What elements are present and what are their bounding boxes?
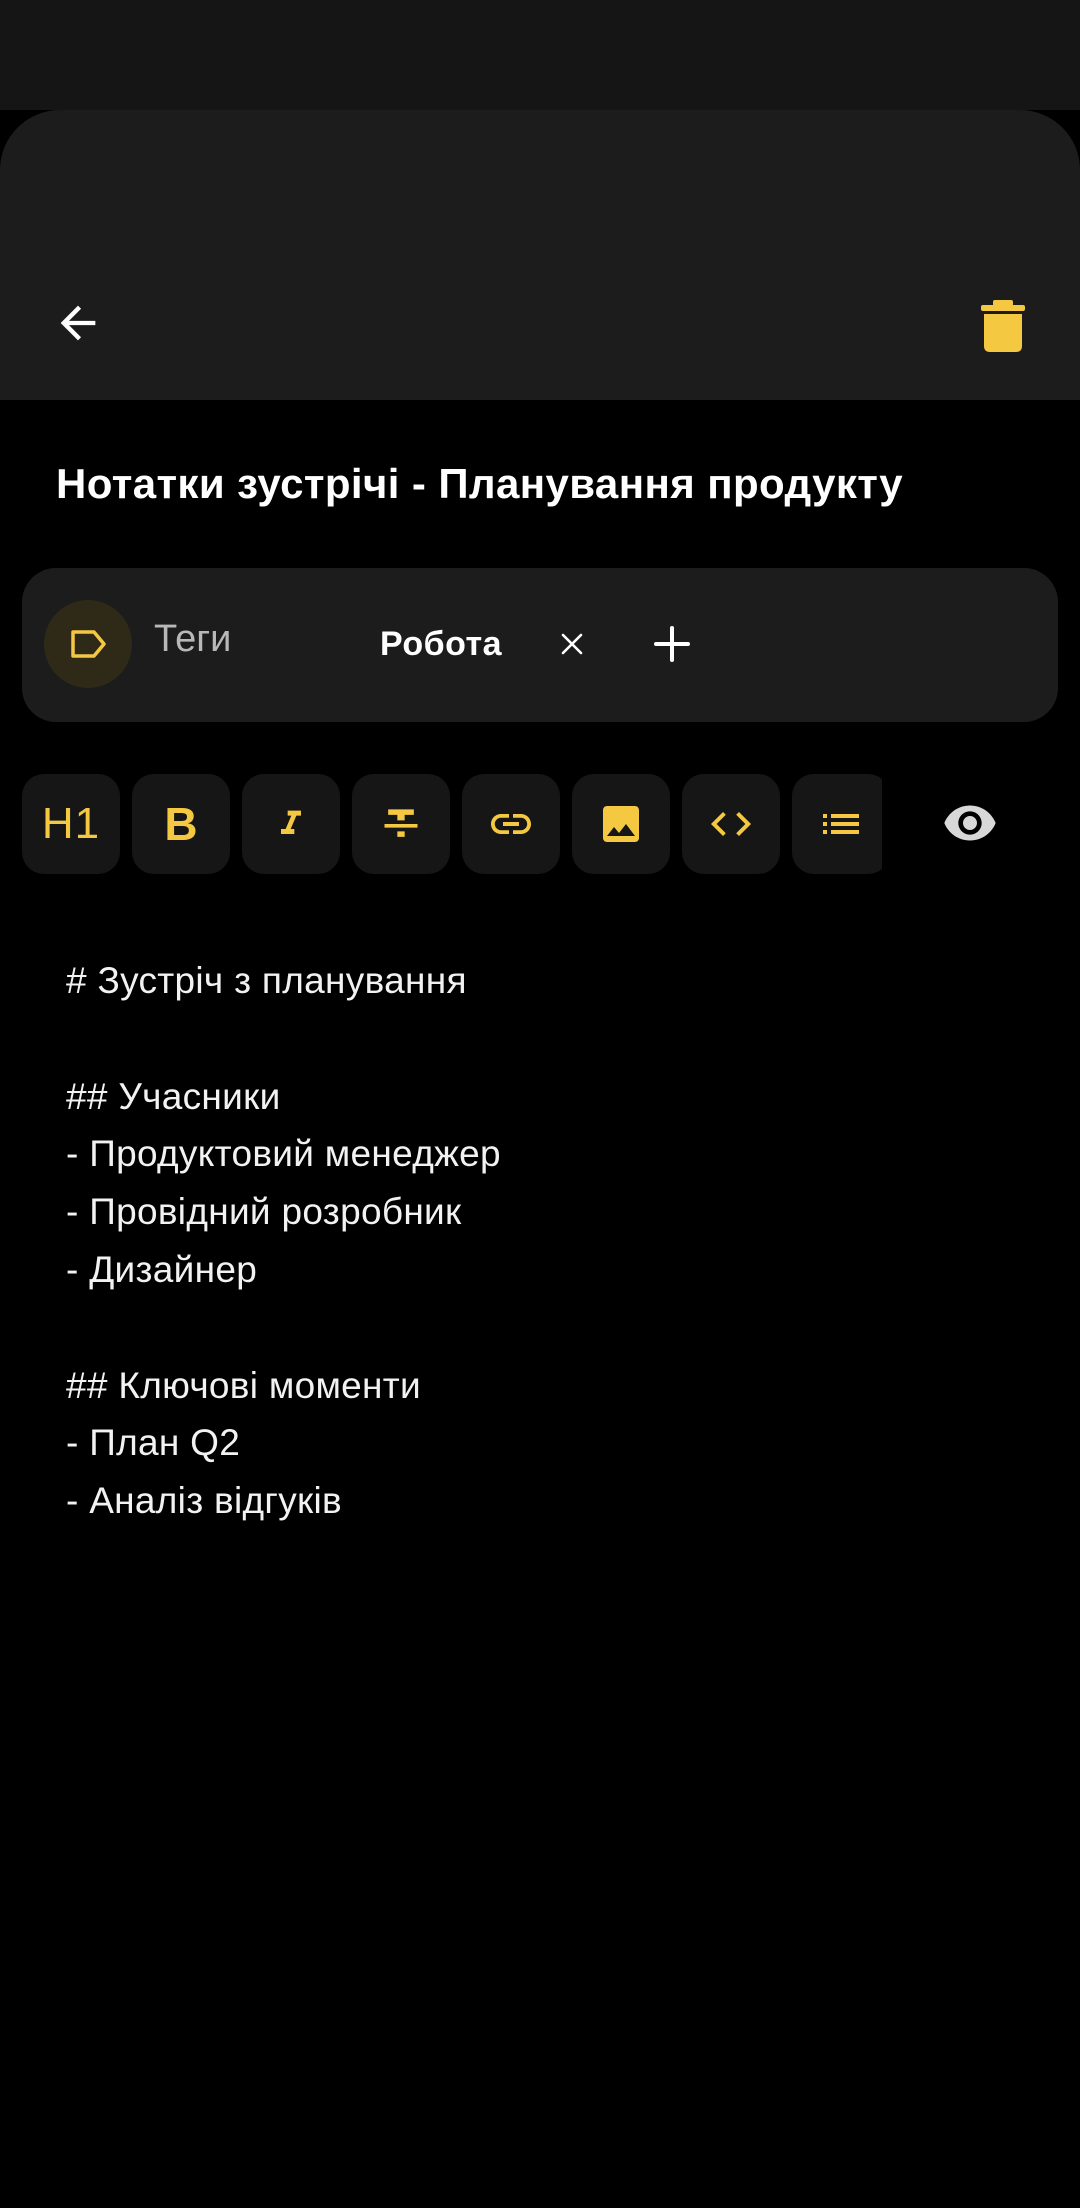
link-button[interactable] xyxy=(462,774,560,874)
editor-line: - Провідний розробник xyxy=(66,1191,462,1233)
editor-line: - План Q2 xyxy=(66,1422,241,1464)
link-icon xyxy=(491,814,531,834)
heading-icon: H1 xyxy=(41,799,101,848)
editor-line: ## Учасники xyxy=(66,1075,281,1117)
editor-line: - Дизайнер xyxy=(66,1248,258,1290)
image-button[interactable] xyxy=(572,774,670,874)
italic-button[interactable] xyxy=(242,774,340,874)
editor-line: - Продуктовий менеджер xyxy=(66,1133,501,1175)
eye-icon xyxy=(944,805,996,841)
code-icon xyxy=(711,812,751,836)
tag-remove-button[interactable] xyxy=(536,608,608,680)
note-title[interactable]: Нотатки зустрічі - Планування продукту xyxy=(56,460,903,508)
strikethrough-icon xyxy=(384,809,418,837)
list-button[interactable] xyxy=(792,774,882,874)
tag-chip[interactable]: Робота xyxy=(380,608,583,680)
plus-icon xyxy=(654,626,690,662)
strikethrough-button[interactable] xyxy=(352,774,450,874)
editor-line: ## Ключові моменти xyxy=(66,1364,422,1406)
app-bar xyxy=(0,110,1080,400)
tags-bar: Теги Робота xyxy=(22,568,1058,722)
arrow-back-icon xyxy=(60,305,96,341)
image-icon xyxy=(603,806,639,842)
back-button[interactable] xyxy=(40,285,116,361)
editor-line: # Зустріч з планування xyxy=(66,960,467,1001)
bold-icon: B xyxy=(164,798,198,850)
label-icon xyxy=(71,630,106,658)
editor-line: - Аналіз відгуків xyxy=(66,1480,342,1522)
note-editor[interactable]: # Зустріч з планування ## Учасники - Про… xyxy=(66,952,1026,1530)
status-bar-background xyxy=(0,0,1080,110)
italic-icon xyxy=(281,810,301,834)
add-tag-button[interactable] xyxy=(634,606,710,682)
delete-icon xyxy=(981,300,1025,352)
preview-button[interactable] xyxy=(928,780,1012,866)
tags-label: Теги xyxy=(154,618,232,660)
bold-button[interactable]: B xyxy=(132,774,230,874)
code-button[interactable] xyxy=(682,774,780,874)
delete-button[interactable] xyxy=(962,285,1044,367)
heading-button[interactable]: H1 xyxy=(22,774,120,874)
tag-icon-button[interactable] xyxy=(44,600,132,688)
tag-chip-label: Робота xyxy=(380,624,503,663)
list-icon xyxy=(823,814,859,834)
formatting-toolbar: H1 B xyxy=(22,774,882,874)
close-icon xyxy=(561,633,583,655)
